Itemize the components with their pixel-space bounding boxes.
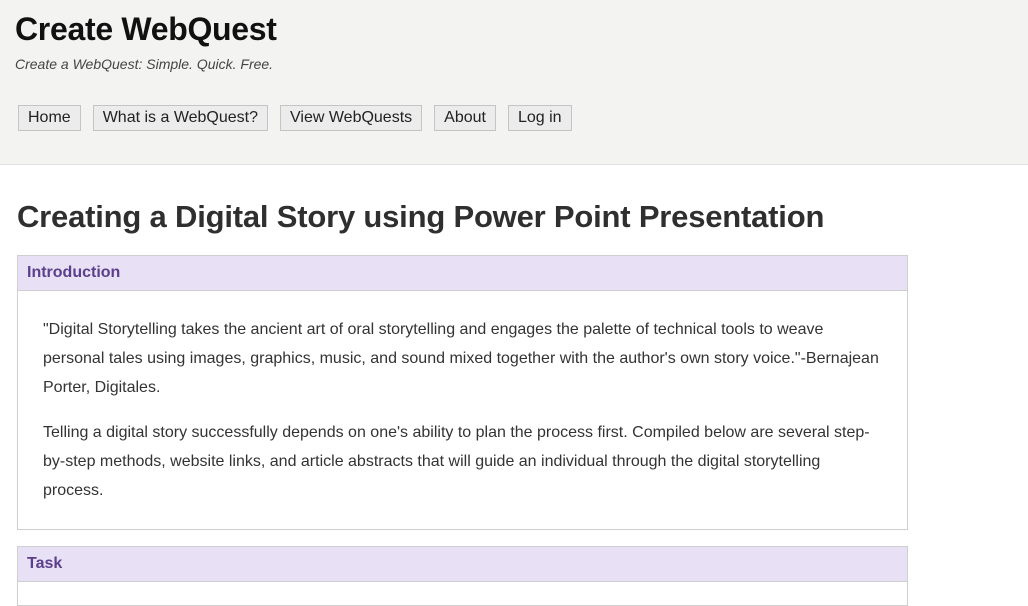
task-heading: Task (18, 547, 907, 582)
site-header: Create WebQuest Create a WebQuest: Simpl… (0, 0, 1028, 165)
nav-login-button[interactable]: Log in (507, 105, 572, 131)
nav-home-button[interactable]: Home (18, 105, 81, 131)
task-section: Task (17, 546, 908, 606)
site-tagline: Create a WebQuest: Simple. Quick. Free. (15, 56, 274, 72)
nav-about-button[interactable]: About (434, 105, 496, 131)
introduction-body: "Digital Storytelling takes the ancient … (18, 291, 907, 505)
page-title: Creating a Digital Story using Power Poi… (17, 199, 825, 234)
introduction-section: Introduction "Digital Storytelling takes… (17, 255, 908, 530)
introduction-heading: Introduction (18, 256, 907, 291)
introduction-paragraph: Telling a digital story successfully dep… (43, 424, 870, 499)
site-title[interactable]: Create WebQuest (15, 11, 277, 48)
main-nav: Home What is a WebQuest? View WebQuests … (18, 105, 584, 131)
nav-what-is-webquest-button[interactable]: What is a WebQuest? (92, 105, 269, 131)
nav-view-webquests-button[interactable]: View WebQuests (280, 105, 423, 131)
introduction-paragraph: "Digital Storytelling takes the ancient … (43, 321, 879, 396)
